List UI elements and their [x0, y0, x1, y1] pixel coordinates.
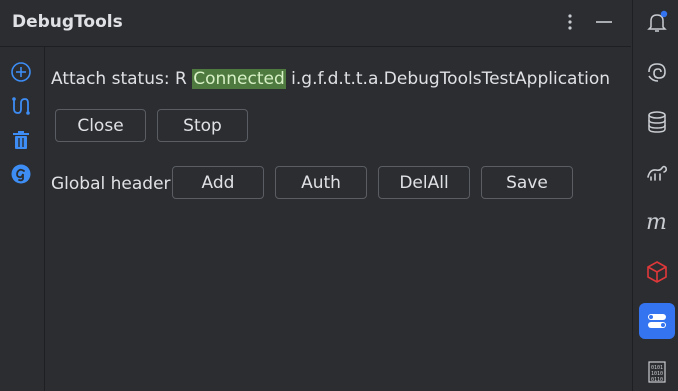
ai-assistant-icon[interactable]	[645, 60, 669, 84]
redis-icon[interactable]	[645, 260, 669, 284]
attach-status-label: Attach status: R	[51, 69, 187, 89]
panel-titlebar: DebugTools	[0, 0, 631, 47]
binary-icon[interactable]: 0101 1010 0110	[645, 360, 669, 384]
debugtools-panel: DebugTools Attach status: R Connected i.…	[0, 0, 631, 391]
trash-icon[interactable]	[10, 129, 32, 151]
global-header-label: Global header:	[51, 174, 176, 194]
delall-header-button[interactable]: DelAll	[378, 166, 470, 199]
minimize-icon[interactable]	[594, 10, 614, 34]
right-tool-window-bar: m 0101 1010 0110	[632, 0, 678, 391]
database-icon[interactable]	[645, 110, 669, 134]
groovy-icon[interactable]	[10, 163, 32, 185]
connection-state-badge: Connected	[192, 69, 286, 89]
add-circle-icon[interactable]	[10, 61, 32, 83]
debugtools-tool-button[interactable]	[639, 303, 675, 339]
left-toolbar	[0, 47, 45, 391]
svg-text:m: m	[646, 210, 667, 234]
main-content: Attach status: R Connected i.g.f.d.t.t.a…	[45, 47, 631, 391]
debugtools-icon	[648, 314, 666, 328]
add-header-button[interactable]: Add	[172, 166, 264, 199]
maven-icon[interactable]: m	[645, 210, 669, 235]
save-header-button[interactable]: Save	[481, 166, 573, 199]
close-button[interactable]: Close	[55, 109, 146, 142]
more-options-icon[interactable]	[560, 10, 580, 34]
svg-text:0110: 0110	[651, 377, 663, 383]
gradle-icon[interactable]	[645, 160, 669, 184]
panel-title: DebugTools	[12, 12, 123, 32]
notifications-icon[interactable]	[645, 10, 669, 34]
attached-app-name: i.g.f.d.t.t.a.DebugToolsTestApplication	[291, 69, 611, 89]
attach-status-row: Attach status: R Connected i.g.f.d.t.t.a…	[51, 69, 610, 89]
debug-flow-icon[interactable]	[10, 95, 32, 117]
stop-button[interactable]: Stop	[157, 109, 248, 142]
auth-header-button[interactable]: Auth	[275, 166, 367, 199]
